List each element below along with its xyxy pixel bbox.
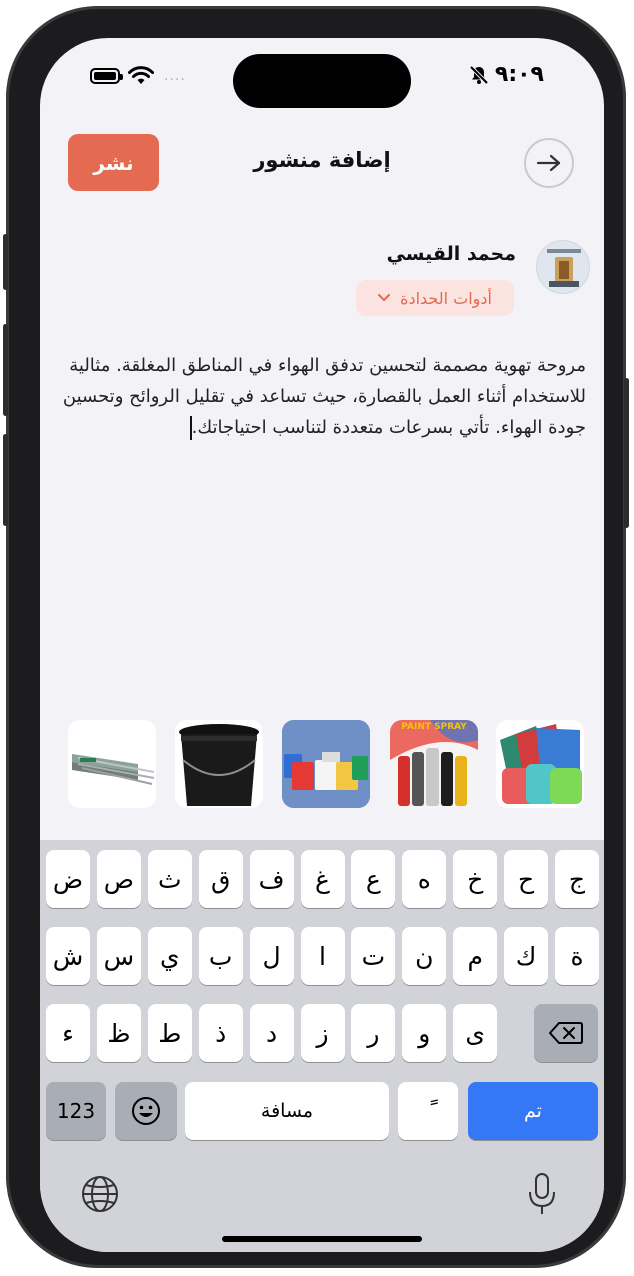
volume-up-button xyxy=(3,324,8,416)
delete-icon xyxy=(549,1022,583,1044)
globe-icon xyxy=(82,1176,118,1212)
key-9[interactable]: م xyxy=(453,927,498,985)
key-11[interactable]: ة xyxy=(555,927,599,985)
arrow-right-icon xyxy=(536,154,561,172)
key-9[interactable]: ى xyxy=(453,1004,498,1062)
publish-button[interactable]: نشر xyxy=(68,134,159,191)
globe-key[interactable] xyxy=(80,1174,120,1218)
black-bucket-image[interactable] xyxy=(175,720,263,808)
bell-slash-icon xyxy=(469,65,489,84)
volume-down-button xyxy=(3,434,8,526)
done-key[interactable]: تم xyxy=(468,1082,598,1140)
image-strip: PAINT SPRAY xyxy=(68,720,584,808)
key-2[interactable]: ظ xyxy=(96,1004,141,1062)
key-2[interactable]: س xyxy=(96,927,141,985)
key-11[interactable]: ج xyxy=(555,850,599,908)
key-5[interactable]: د xyxy=(249,1004,294,1062)
key-5[interactable]: ف xyxy=(249,850,294,908)
key-8[interactable]: ه xyxy=(402,850,447,908)
key-6[interactable]: ز xyxy=(300,1004,345,1062)
avatar[interactable] xyxy=(536,240,590,294)
page-title: إضافة منشور xyxy=(253,148,391,172)
paint-buckets-image[interactable] xyxy=(282,720,370,808)
dictation-key[interactable] xyxy=(526,1172,558,1220)
key-4[interactable]: ق xyxy=(198,850,243,908)
key-1[interactable]: ض xyxy=(46,850,90,908)
key-2[interactable]: ص xyxy=(96,850,141,908)
status-time: ٩:٠٩ xyxy=(494,62,544,87)
emoji-key[interactable] xyxy=(115,1082,177,1140)
space-key[interactable]: مسافة xyxy=(185,1082,389,1140)
key-3[interactable]: ط xyxy=(147,1004,192,1062)
spray-caption: PAINT SPRAY xyxy=(401,722,467,732)
putty-spatulas-image[interactable] xyxy=(496,720,584,808)
status-left: .... xyxy=(90,66,186,86)
dynamic-island xyxy=(233,54,411,108)
key-10[interactable]: ك xyxy=(504,927,549,985)
key-3[interactable]: ي xyxy=(147,927,192,985)
action-button xyxy=(3,234,8,290)
tanween-key[interactable]: ً xyxy=(398,1082,458,1140)
screen: .... ٩:٠٩ نشر إضافة منشور محمد القيسي أد… xyxy=(40,38,604,1252)
welding-rods-image[interactable] xyxy=(68,720,156,808)
phone-frame: .... ٩:٠٩ نشر إضافة منشور محمد القيسي أد… xyxy=(3,6,629,1268)
microphone-icon xyxy=(529,1173,555,1214)
keyboard: ضصثقفغعهخحج شسيبلاتنمكة ءظطذدزروى 123 مس… xyxy=(40,840,604,1252)
post-text-area[interactable]: مروحة تهوية مصممة لتحسين تدفق الهواء في … xyxy=(56,350,586,443)
numbers-key[interactable]: 123 xyxy=(46,1082,106,1140)
key-10[interactable]: ح xyxy=(504,850,549,908)
key-8[interactable]: ن xyxy=(402,927,447,985)
key-1[interactable]: ش xyxy=(46,927,90,985)
key-4[interactable]: ب xyxy=(198,927,243,985)
status-right: ٩:٠٩ xyxy=(469,62,544,87)
chevron-down-icon xyxy=(378,294,391,301)
key-6[interactable]: ا xyxy=(300,927,345,985)
power-button xyxy=(624,378,629,528)
key-7[interactable]: ع xyxy=(351,850,396,908)
spray-paint-image[interactable]: PAINT SPRAY xyxy=(390,720,478,808)
key-1[interactable]: ء xyxy=(46,1004,90,1062)
category-label: أدوات الحدادة xyxy=(400,288,492,308)
key-8[interactable]: و xyxy=(402,1004,447,1062)
key-9[interactable]: خ xyxy=(453,850,498,908)
battery-icon xyxy=(90,68,123,84)
key-6[interactable]: غ xyxy=(300,850,345,908)
post-text: مروحة تهوية مصممة لتحسين تدفق الهواء في … xyxy=(62,355,586,438)
author-name: محمد القيسي xyxy=(386,243,516,265)
home-indicator xyxy=(222,1236,422,1242)
emoji-icon xyxy=(132,1097,160,1125)
wifi-icon xyxy=(128,66,154,84)
signal-dots: .... xyxy=(164,68,186,84)
key-4[interactable]: ذ xyxy=(198,1004,243,1062)
key-5[interactable]: ل xyxy=(249,927,294,985)
key-7[interactable]: ر xyxy=(351,1004,396,1062)
key-3[interactable]: ث xyxy=(147,850,192,908)
key-7[interactable]: ت xyxy=(351,927,396,985)
category-dropdown[interactable]: أدوات الحدادة xyxy=(356,280,514,316)
back-button[interactable] xyxy=(524,138,574,188)
backspace-key[interactable] xyxy=(534,1004,598,1062)
